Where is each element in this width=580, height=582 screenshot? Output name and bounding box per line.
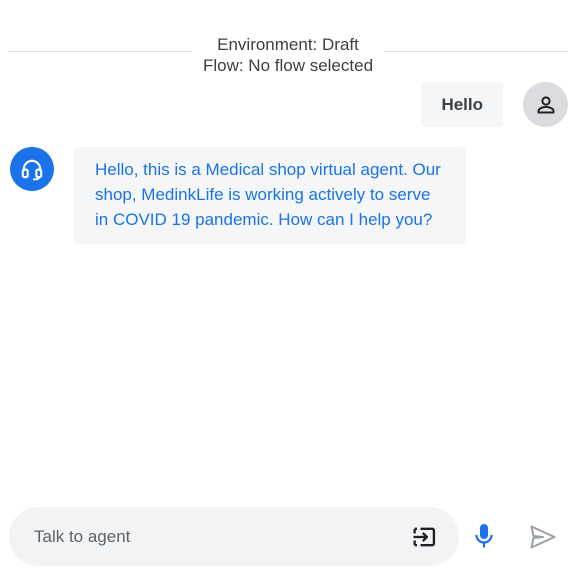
headset-icon xyxy=(21,159,43,181)
submit-input-button[interactable] xyxy=(409,522,439,552)
microphone-icon xyxy=(475,524,493,548)
user-avatar xyxy=(523,82,568,127)
microphone-button[interactable] xyxy=(470,521,498,553)
send-icon xyxy=(530,525,556,549)
environment-label: Environment: Draft xyxy=(217,35,359,54)
input-submit-icon xyxy=(413,527,436,546)
chat-widget: Environment: Draft Flow: No flow selecte… xyxy=(0,0,580,582)
person-icon xyxy=(537,95,554,113)
agent-avatar xyxy=(10,147,54,191)
message-input-box xyxy=(9,507,459,566)
agent-message-row: Hello, this is a Medical shop virtual ag… xyxy=(10,147,466,244)
user-message-bubble: Hello xyxy=(421,82,503,127)
user-message-row: Hello xyxy=(421,82,568,127)
environment-header: Environment: Draft Flow: No flow selecte… xyxy=(8,34,568,76)
talk-to-agent-input[interactable] xyxy=(32,525,409,548)
flow-label: Flow: No flow selected xyxy=(202,56,374,75)
agent-message-bubble: Hello, this is a Medical shop virtual ag… xyxy=(74,147,466,244)
send-button[interactable] xyxy=(527,521,559,553)
environment-info: Environment: Draft Flow: No flow selecte… xyxy=(192,34,384,76)
